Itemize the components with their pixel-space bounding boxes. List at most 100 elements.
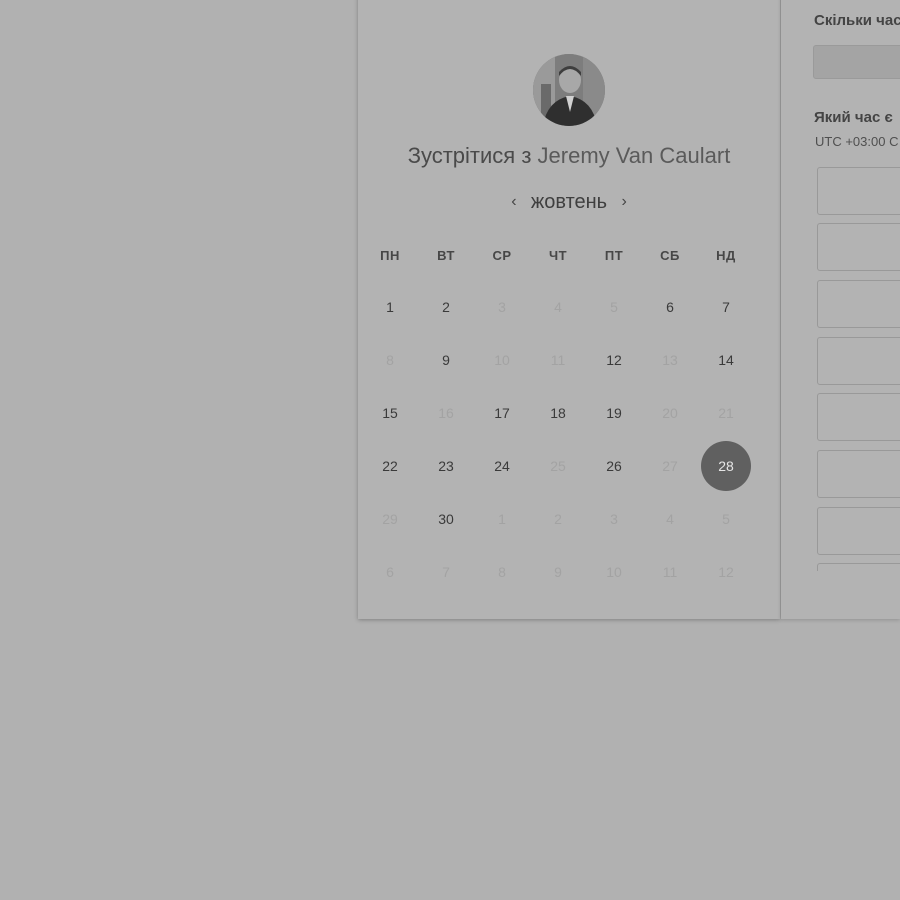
month-navigation: ‹ жовтень › bbox=[358, 188, 780, 216]
calendar-day[interactable]: 18 bbox=[530, 388, 586, 438]
host-photo bbox=[533, 54, 605, 126]
booking-page: Зустрітися з Jeremy Van Caulart ‹ жовтен… bbox=[0, 0, 900, 900]
calendar-day: 13 bbox=[642, 335, 698, 385]
calendar-day: 1 bbox=[474, 494, 530, 544]
time-slot[interactable] bbox=[817, 280, 900, 328]
day-number: 6 bbox=[386, 564, 394, 580]
day-number: 25 bbox=[550, 458, 566, 474]
meeting-title: Зустрітися з Jeremy Van Caulart bbox=[358, 143, 780, 169]
day-number: 9 bbox=[442, 352, 450, 368]
month-label: жовтень bbox=[530, 190, 608, 213]
calendar-week: 8 9 10 11 12 13 14 bbox=[362, 335, 782, 385]
weekday-label: СБ bbox=[660, 248, 680, 263]
calendar-week: 15 16 17 18 19 20 21 bbox=[362, 388, 782, 438]
calendar-day: 11 bbox=[642, 547, 698, 597]
time-slot[interactable] bbox=[817, 223, 900, 271]
day-number: 29 bbox=[382, 511, 398, 527]
chevron-right-icon[interactable]: › bbox=[611, 193, 637, 211]
time-question: Який час є bbox=[814, 109, 893, 126]
timezone-label[interactable]: UTC +03:00 C bbox=[815, 134, 898, 149]
calendar-day: 5 bbox=[586, 282, 642, 332]
calendar-day[interactable]: 14 bbox=[698, 335, 754, 385]
day-number: 3 bbox=[610, 511, 618, 527]
calendar-day[interactable]: 19 bbox=[586, 388, 642, 438]
calendar-day: 8 bbox=[474, 547, 530, 597]
day-number: 13 bbox=[662, 352, 678, 368]
calendar-day: 4 bbox=[530, 282, 586, 332]
day-number: 27 bbox=[662, 458, 678, 474]
calendar-day[interactable]: 23 bbox=[418, 441, 474, 491]
calendar-day: 2 bbox=[530, 494, 586, 544]
day-number: 16 bbox=[438, 405, 454, 421]
weekday-label: ПТ bbox=[604, 248, 624, 263]
calendar-day: 16 bbox=[418, 388, 474, 438]
calendar-day: 6 bbox=[362, 547, 418, 597]
day-number: 23 bbox=[438, 458, 454, 474]
calendar-day: 27 bbox=[642, 441, 698, 491]
day-number: 2 bbox=[442, 299, 450, 315]
meeting-title-prefix: Зустрітися з bbox=[407, 143, 538, 168]
day-number: 24 bbox=[494, 458, 510, 474]
calendar-day[interactable]: 9 bbox=[418, 335, 474, 385]
calendar-day[interactable]: 26 bbox=[586, 441, 642, 491]
day-number: 8 bbox=[498, 564, 506, 580]
calendar-day: 21 bbox=[698, 388, 754, 438]
calendar-day[interactable]: 12 bbox=[586, 335, 642, 385]
day-number: 11 bbox=[662, 564, 678, 580]
calendar-day[interactable]: 2 bbox=[418, 282, 474, 332]
calendar-day[interactable]: 15 bbox=[362, 388, 418, 438]
calendar-day: 8 bbox=[362, 335, 418, 385]
calendar-day[interactable]: 6 bbox=[642, 282, 698, 332]
weekday-label: ВТ bbox=[437, 248, 455, 263]
day-number: 2 bbox=[554, 511, 562, 527]
day-number: 17 bbox=[494, 405, 510, 421]
day-number: 7 bbox=[442, 564, 450, 580]
time-slot[interactable] bbox=[817, 507, 900, 555]
calendar-week: 6 7 8 9 10 11 12 bbox=[362, 547, 782, 597]
calendar-day[interactable]: 17 bbox=[474, 388, 530, 438]
day-number: 9 bbox=[554, 564, 562, 580]
duration-selector[interactable] bbox=[813, 45, 900, 79]
day-number: 18 bbox=[550, 405, 566, 421]
time-slot[interactable] bbox=[817, 337, 900, 385]
calendar-day: 10 bbox=[474, 335, 530, 385]
day-number: 3 bbox=[498, 299, 506, 315]
calendar-day[interactable]: 30 bbox=[418, 494, 474, 544]
day-number: 10 bbox=[606, 564, 622, 580]
calendar-week: 22 23 24 25 26 27 28 bbox=[362, 441, 782, 491]
day-number: 4 bbox=[666, 511, 674, 527]
day-number: 30 bbox=[438, 511, 454, 527]
host-avatar bbox=[533, 54, 605, 126]
day-number: 1 bbox=[386, 299, 394, 315]
time-slot[interactable] bbox=[817, 393, 900, 441]
day-number: 19 bbox=[606, 405, 622, 421]
time-slot[interactable] bbox=[817, 450, 900, 498]
calendar-week: 29 30 1 2 3 4 5 bbox=[362, 494, 782, 544]
day-number: 28 bbox=[701, 441, 751, 491]
day-number: 26 bbox=[606, 458, 622, 474]
weekday-header: ПН ВТ СР ЧТ ПТ СБ НД bbox=[362, 248, 782, 263]
calendar-day[interactable]: 1 bbox=[362, 282, 418, 332]
calendar-day: 9 bbox=[530, 547, 586, 597]
calendar-day: 7 bbox=[418, 547, 474, 597]
time-slot[interactable] bbox=[817, 167, 900, 215]
calendar-day[interactable]: 22 bbox=[362, 441, 418, 491]
day-number: 5 bbox=[722, 511, 730, 527]
calendar-day: 3 bbox=[586, 494, 642, 544]
calendar-day[interactable]: 7 bbox=[698, 282, 754, 332]
day-number: 20 bbox=[662, 405, 678, 421]
host-name: Jeremy Van Caulart bbox=[537, 143, 731, 168]
day-number: 12 bbox=[606, 352, 622, 368]
calendar-day: 29 bbox=[362, 494, 418, 544]
weekday-label: СР bbox=[492, 248, 512, 263]
calendar-day: 11 bbox=[530, 335, 586, 385]
day-number: 12 bbox=[718, 564, 734, 580]
weekday-label: ПН bbox=[380, 248, 400, 263]
chevron-left-icon[interactable]: ‹ bbox=[501, 193, 527, 211]
calendar-day[interactable]: 24 bbox=[474, 441, 530, 491]
calendar-week: 1 2 3 4 5 6 7 bbox=[362, 282, 782, 332]
selected-day[interactable]: 28 bbox=[698, 441, 754, 491]
day-number: 7 bbox=[722, 299, 730, 315]
day-number: 6 bbox=[666, 299, 674, 315]
weekday-label: ЧТ bbox=[548, 248, 568, 263]
